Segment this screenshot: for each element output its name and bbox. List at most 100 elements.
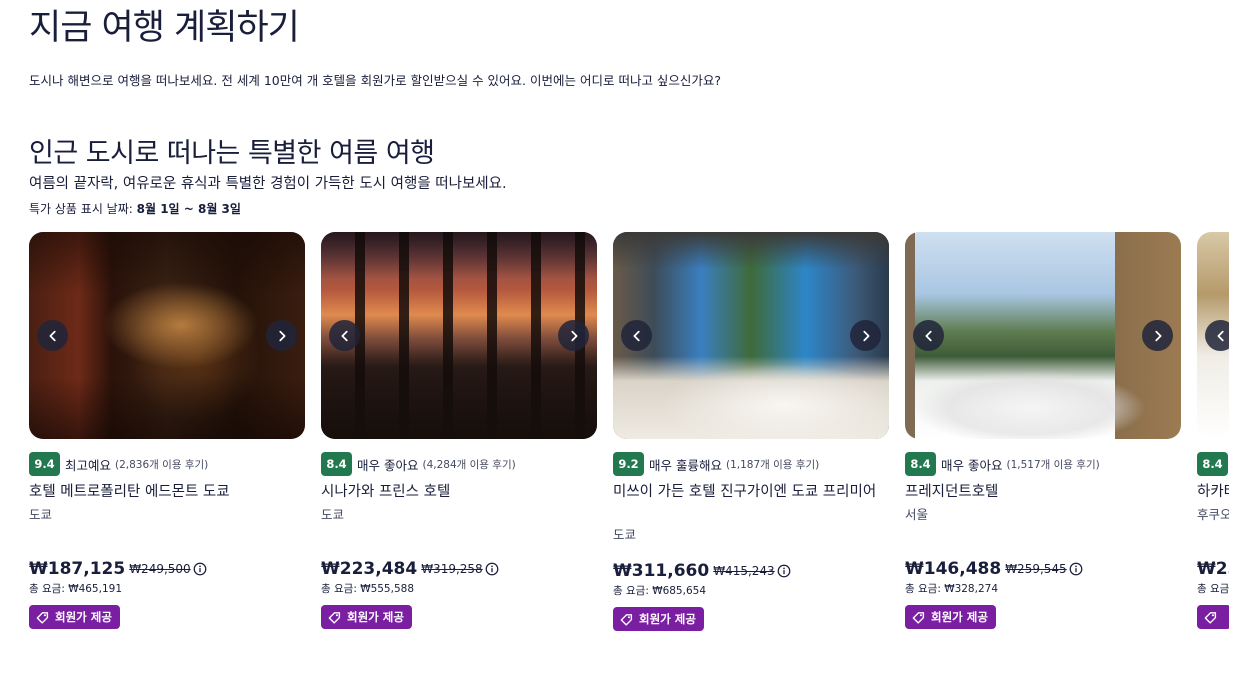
hotel-city: 도쿄 [321,507,345,522]
chevron-right-icon [278,330,285,341]
carousel-prev-button[interactable] [621,320,652,351]
hotel-city: 도쿄 [613,527,637,542]
review-count: (1,517개 이용 후기) [1006,458,1100,471]
rating-row: 8.4 매우 좋아요 (1,517개 이용 후기) [905,452,1100,476]
hotel-card[interactable]: 8.4 하카타 후쿠오카 ₩23 총 요금 [1197,232,1229,672]
chevron-left-icon [925,330,932,341]
nightly-price: ₩146,488 [905,559,1002,579]
hotel-name[interactable]: 미쓰이 가든 호텔 진구가이엔 도쿄 프리미어 [613,482,885,502]
deal-date-line: 특가 상품 표시 날짜: 8월 1일 ~ 8월 3일 [29,200,241,218]
rating-row: 8.4 [1197,452,1228,476]
tag-icon [328,611,341,624]
chevron-right-icon [570,330,577,341]
page-subtitle: 도시나 해변으로 여행을 떠나보세요. 전 세계 10만여 개 호텔을 회원가로… [29,73,722,88]
total-price: 총 요금: ₩685,654 [613,585,706,597]
section-title: 인근 도시로 떠나는 특별한 여름 여행 [29,138,435,169]
rating-row: 9.2 매우 훌륭해요 (1,187개 이용 후기) [613,452,819,476]
member-price-label: 회원가 제공 [55,610,112,624]
member-price-label: 회원가 제공 [639,612,696,626]
original-price: ₩259,545 [1005,562,1067,576]
hotel-city: 서울 [905,507,929,522]
info-icon[interactable] [193,562,207,576]
member-price-label: 회원가 제공 [931,610,988,624]
tag-icon [912,611,925,624]
rating-score-badge: 8.4 [905,452,936,476]
hotel-name[interactable]: 호텔 메트로폴리탄 에드몬트 도쿄 [29,482,301,502]
total-price: 총 요금 [1197,583,1229,595]
deal-date-range: 8월 1일 ~ 8월 3일 [136,202,241,216]
carousel-prev-button[interactable] [37,320,68,351]
section-subtitle: 여름의 끝자락, 여유로운 휴식과 특별한 경험이 가득한 도시 여행을 떠나보… [29,176,507,192]
chevron-right-icon [1154,330,1161,341]
hotel-name[interactable]: 프레지던트호텔 [905,482,1177,502]
rating-text: 매우 좋아요 [357,457,419,473]
chevron-left-icon [341,330,348,341]
nightly-price: ₩223,484 [321,559,418,579]
chevron-left-icon [49,330,56,341]
carousel-next-button[interactable] [266,320,297,351]
carousel-next-button[interactable] [558,320,589,351]
rating-score-badge: 9.4 [29,452,60,476]
page-title: 지금 여행 계획하기 [29,8,300,48]
rating-score-badge: 9.2 [613,452,644,476]
carousel-prev-button[interactable] [329,320,360,351]
carousel-prev-button[interactable] [1205,320,1229,351]
deal-date-label: 특가 상품 표시 날짜: [29,202,137,216]
hotel-image[interactable] [321,232,597,439]
review-count: (4,284개 이용 후기) [422,458,516,471]
hotel-image[interactable] [29,232,305,439]
member-price-label: 회원가 제공 [347,610,404,624]
info-icon[interactable] [777,564,791,578]
hotel-name[interactable]: 시나가와 프린스 호텔 [321,482,593,502]
member-price-badge: 회원가 제공 [29,605,120,629]
review-count: (2,836개 이용 후기) [115,458,209,471]
rating-score-badge: 8.4 [1197,452,1228,476]
hotel-carousel: 9.4 최고예요 (2,836개 이용 후기) 호텔 메트로폴리탄 에드몬트 도… [29,232,1229,672]
rating-text: 매우 좋아요 [941,457,1003,473]
rating-row: 8.4 매우 좋아요 (4,284개 이용 후기) [321,452,516,476]
hotel-image[interactable] [905,232,1181,439]
original-price: ₩249,500 [129,562,191,576]
price-row: ₩311,660 ₩415,243 [613,559,791,583]
carousel-next-button[interactable] [850,320,881,351]
price-row: ₩146,488 ₩259,545 [905,557,1083,581]
rating-row: 9.4 최고예요 (2,836개 이용 후기) [29,452,208,476]
member-price-badge [1197,605,1229,629]
total-price: 총 요금: ₩328,274 [905,583,998,595]
total-price: 총 요금: ₩555,588 [321,583,414,595]
hotel-image[interactable] [1197,232,1229,439]
rating-text: 매우 훌륭해요 [649,457,722,473]
price-row: ₩187,125 ₩249,500 [29,557,207,581]
chevron-left-icon [633,330,640,341]
hotel-city: 도쿄 [29,507,53,522]
chevron-right-icon [862,330,869,341]
hotel-card[interactable]: 9.2 매우 훌륭해요 (1,187개 이용 후기) 미쓰이 가든 호텔 진구가… [613,232,889,672]
info-icon[interactable] [1069,562,1083,576]
nightly-price: ₩23 [1197,559,1229,579]
hotel-image[interactable] [613,232,889,439]
tag-icon [36,611,49,624]
hotel-name[interactable]: 하카타 [1197,482,1229,502]
carousel-prev-button[interactable] [913,320,944,351]
price-row: ₩23 [1197,557,1229,581]
price-row: ₩223,484 ₩319,258 [321,557,499,581]
nightly-price: ₩311,660 [613,561,710,581]
hotel-card[interactable]: 8.4 매우 좋아요 (4,284개 이용 후기) 시나가와 프린스 호텔 도쿄… [321,232,597,672]
chevron-left-icon [1217,330,1224,341]
hotel-city: 후쿠오카 [1197,507,1229,522]
member-price-badge: 회원가 제공 [613,607,704,631]
member-price-badge: 회원가 제공 [321,605,412,629]
info-icon[interactable] [485,562,499,576]
review-count: (1,187개 이용 후기) [725,458,820,471]
member-price-badge: 회원가 제공 [905,605,996,629]
tag-icon [1204,611,1217,624]
original-price: ₩415,243 [713,564,775,578]
rating-text: 최고예요 [65,457,112,473]
hotel-card[interactable]: 8.4 매우 좋아요 (1,517개 이용 후기) 프레지던트호텔 서울 ₩14… [905,232,1181,672]
rating-score-badge: 8.4 [321,452,352,476]
hotel-card[interactable]: 9.4 최고예요 (2,836개 이용 후기) 호텔 메트로폴리탄 에드몬트 도… [29,232,305,672]
total-price: 총 요금: ₩465,191 [29,583,122,595]
tag-icon [620,613,633,626]
original-price: ₩319,258 [421,562,483,576]
carousel-next-button[interactable] [1142,320,1173,351]
